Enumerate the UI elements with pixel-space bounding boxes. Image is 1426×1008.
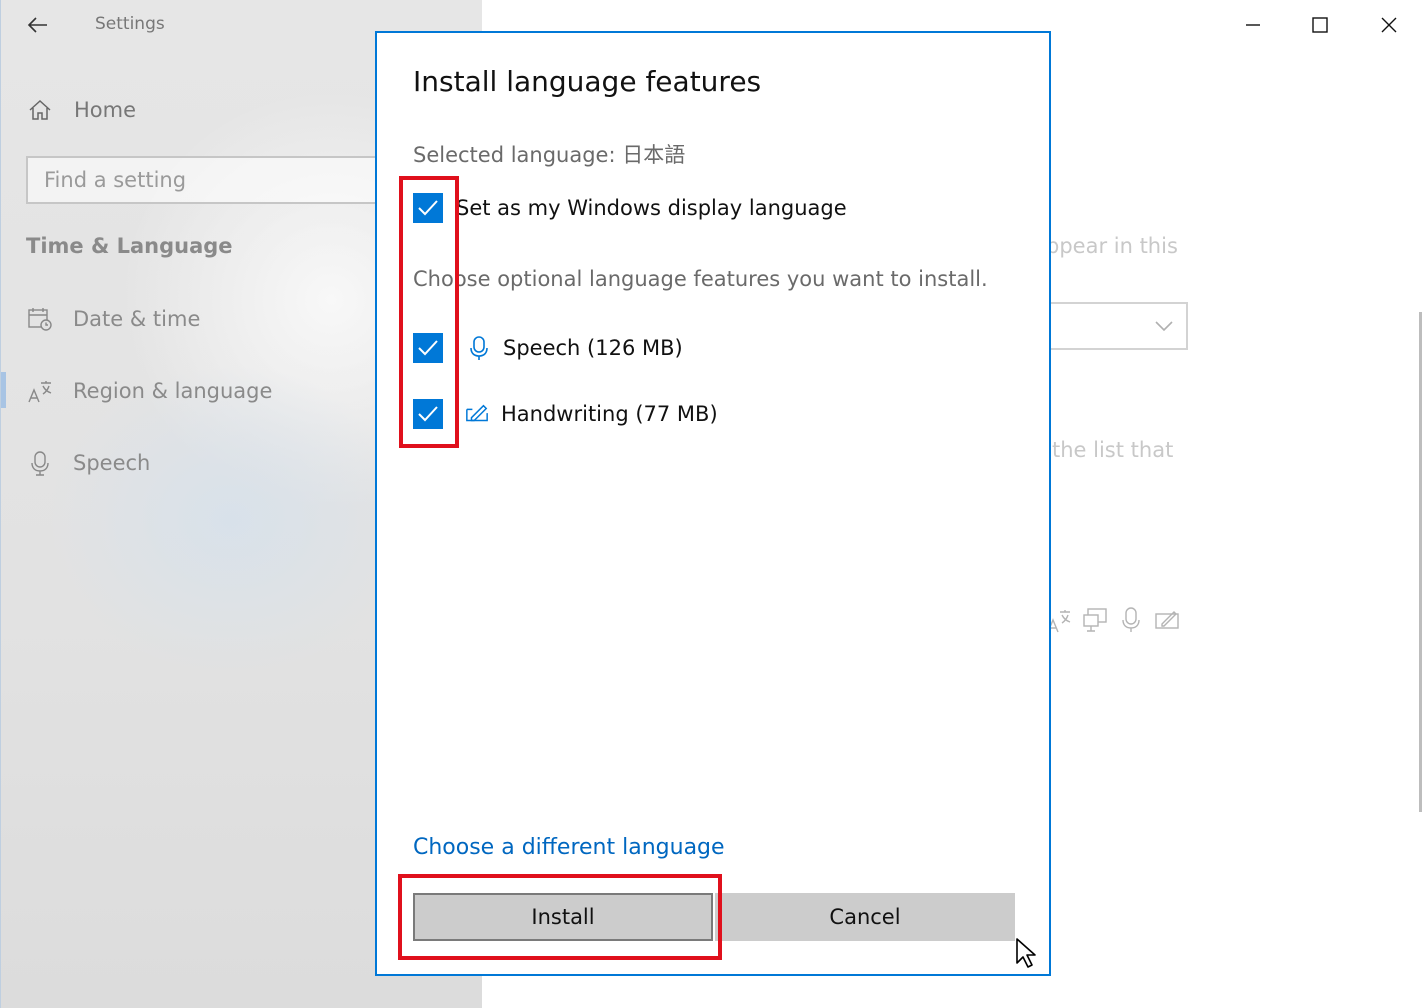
calendar-clock-icon (28, 308, 52, 331)
background-text: the list that (1052, 438, 1174, 462)
sidebar-item-speech[interactable]: Speech (27, 446, 150, 480)
sidebar-item-region-language[interactable]: Region & language (27, 374, 272, 408)
optional-features-text: Choose optional language features you wa… (413, 267, 988, 291)
checkbox-highlight (399, 176, 459, 448)
chevron-down-icon (1155, 321, 1173, 332)
cancel-button[interactable]: Cancel (715, 893, 1015, 941)
back-arrow-icon[interactable] (25, 12, 51, 38)
language-feature-icons (1046, 606, 1180, 634)
home-label: Home (74, 98, 137, 122)
search-input[interactable]: Find a setting (26, 156, 406, 204)
sidebar-item-date-time[interactable]: Date & time (27, 302, 200, 336)
scrollbar[interactable] (1419, 312, 1422, 812)
sidebar-item-home[interactable]: Home (27, 94, 136, 126)
app-title: Settings (95, 14, 165, 34)
pen-icon (466, 404, 488, 422)
handwriting-feature-label: Handwriting (77 MB) (501, 402, 718, 426)
choose-different-language-link[interactable]: Choose a different language (413, 835, 725, 860)
install-button-highlight (398, 874, 722, 960)
microphone-icon (1122, 607, 1140, 632)
microphone-icon (31, 451, 49, 476)
maximize-icon[interactable] (1303, 8, 1337, 42)
display-icon (1083, 608, 1107, 632)
sidebar-item-label: Date & time (73, 307, 201, 331)
language-icon (28, 381, 52, 403)
install-language-dialog: Install language features Selected langu… (375, 31, 1051, 976)
selected-language: Selected language: 日本語 (413, 143, 686, 167)
home-icon (29, 99, 51, 120)
display-language-option[interactable]: Set as my Windows display language (413, 193, 847, 223)
sidebar-item-label: Speech (73, 451, 151, 475)
speech-feature-label: Speech (126 MB) (503, 336, 683, 360)
microphone-icon (470, 336, 488, 360)
minimize-icon[interactable] (1236, 8, 1270, 42)
close-icon[interactable] (1372, 8, 1406, 42)
mouse-cursor-icon (1016, 938, 1036, 968)
active-nav-indicator (1, 372, 6, 408)
display-language-label: Set as my Windows display language (456, 196, 847, 220)
pen-icon (1155, 611, 1179, 629)
dialog-title: Install language features (413, 65, 762, 98)
background-text: ppear in this (1046, 234, 1178, 258)
section-title: Time & Language (26, 234, 233, 258)
sidebar-item-label: Region & language (73, 379, 273, 403)
